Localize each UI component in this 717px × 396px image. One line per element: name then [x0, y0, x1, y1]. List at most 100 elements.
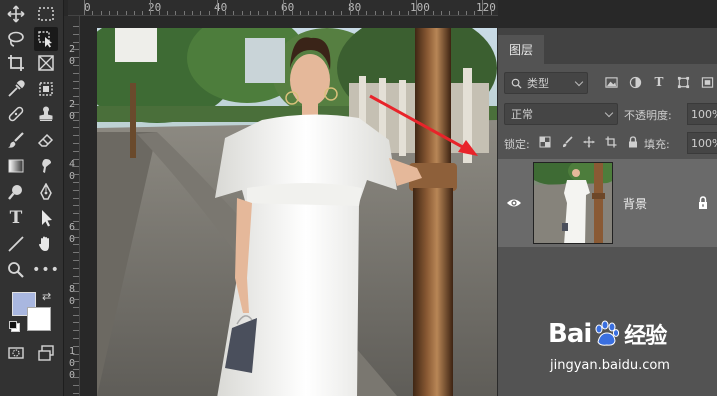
lock-position-icon[interactable] — [582, 135, 595, 149]
filter-adjustment-icon[interactable] — [628, 74, 642, 90]
lasso-tool-icon[interactable] — [4, 27, 28, 51]
ruler-top-label: 100 — [410, 1, 430, 14]
watermark-url: jingyan.baidu.com — [550, 358, 670, 373]
healing-brush-tool-icon[interactable] — [4, 102, 28, 126]
frame-select-tool-icon[interactable] — [34, 77, 58, 101]
ruler-tick — [391, 11, 393, 15]
ruler-tick — [84, 0, 85, 15]
ruler-tick — [73, 111, 79, 113]
ruler-tick — [125, 11, 127, 15]
layer-thumbnail-image — [534, 163, 612, 243]
ruler-tick — [382, 11, 384, 15]
filter-smart-object-icon[interactable] — [700, 74, 714, 90]
ruler-tick — [73, 182, 79, 183]
blend-mode-label: 正常 — [511, 108, 533, 121]
eraser-tool-icon[interactable] — [34, 128, 58, 152]
watermark-logo-text: Bai — [548, 319, 592, 349]
opacity-input[interactable]: 100% — [687, 103, 717, 125]
ruler-tick — [73, 353, 79, 355]
screen-mode-icon[interactable] — [34, 341, 58, 365]
zoom-tool-icon[interactable] — [4, 258, 28, 282]
ruler-tick — [191, 11, 193, 15]
brush-tool-icon[interactable] — [4, 128, 28, 152]
gradient-tool-icon[interactable] — [4, 154, 28, 178]
marquee-tool-icon[interactable] — [34, 2, 58, 26]
ruler-tick — [457, 11, 459, 15]
ruler-tick — [424, 11, 426, 15]
lock-image-pixels-icon[interactable] — [560, 135, 573, 149]
dodge-tool-icon[interactable] — [4, 180, 28, 204]
ruler-tick — [158, 11, 160, 15]
ruler-left-label: 1 — [68, 346, 76, 357]
watermark-logo: Bai 经验 — [548, 318, 667, 350]
blend-mode-select[interactable]: 正常 — [504, 103, 618, 125]
filter-kind-select[interactable]: 类型 — [504, 72, 588, 94]
lock-label: 锁定: — [504, 138, 530, 151]
ruler-tick — [73, 88, 79, 90]
ruler-tick — [175, 11, 177, 15]
lock-all-icon[interactable] — [626, 135, 639, 149]
photoshop-window: T ••• ⇄ 0 20 40 60 80 100 120 2 0 2 0 4 … — [0, 0, 717, 396]
ruler-tick — [465, 11, 467, 15]
ruler-tick — [183, 11, 185, 15]
ruler-tick — [73, 338, 79, 339]
ruler-tick — [73, 244, 79, 246]
chevron-down-icon — [604, 108, 614, 118]
smudge-tool-icon[interactable] — [34, 154, 58, 178]
filter-pixel-icon[interactable] — [604, 74, 618, 90]
more-tools-icon[interactable]: ••• — [32, 258, 59, 282]
filter-shape-icon[interactable] — [676, 74, 690, 90]
document-canvas[interactable] — [97, 28, 497, 396]
object-select-tool-icon[interactable] — [34, 27, 58, 51]
stamp-tool-icon[interactable] — [34, 102, 58, 126]
lock-artboard-icon[interactable] — [604, 135, 617, 149]
ruler-tick — [208, 11, 210, 15]
ruler-tick — [73, 369, 79, 371]
eyedropper-tool-icon[interactable] — [4, 77, 28, 101]
ruler-tick — [73, 228, 79, 230]
ruler-tick — [92, 11, 94, 15]
ruler-tick — [73, 26, 79, 27]
swap-colors-icon[interactable]: ⇄ — [42, 290, 51, 303]
hand-tool-icon[interactable] — [34, 232, 58, 256]
fill-input[interactable]: 100% — [687, 132, 717, 154]
ruler-tick — [73, 197, 79, 199]
crop-tool-icon[interactable] — [4, 51, 28, 75]
ruler-left-label: 0 — [68, 370, 76, 381]
ruler-left-label: 6 — [68, 222, 76, 233]
layer-thumbnail[interactable] — [533, 162, 613, 244]
horizontal-ruler: 0 20 40 60 80 100 120 — [68, 0, 498, 16]
lock-transparent-pixels-icon[interactable] — [538, 135, 551, 149]
ruler-tick — [73, 306, 79, 308]
layer-row-background[interactable]: 背景 — [498, 159, 717, 247]
filter-type-icon[interactable]: T — [652, 74, 666, 90]
ruler-tick — [73, 104, 79, 105]
filter-kind-label: 类型 — [527, 77, 549, 90]
ruler-tick — [73, 345, 79, 347]
pen-tool-icon[interactable] — [34, 180, 58, 204]
ruler-tick — [283, 0, 285, 15]
eye-icon[interactable] — [506, 197, 522, 209]
ruler-tick — [266, 11, 268, 15]
type-tool-icon[interactable]: T — [4, 206, 28, 230]
ruler-tick — [274, 11, 276, 15]
ruler-tick — [73, 267, 79, 269]
ruler-tick — [333, 11, 334, 15]
ruler-tick — [133, 11, 135, 15]
default-colors-icon[interactable] — [9, 321, 20, 332]
ruler-tick — [73, 322, 79, 324]
tab-layers[interactable]: 图层 — [498, 35, 544, 64]
path-select-tool-icon[interactable] — [34, 206, 58, 230]
frame-tool-icon[interactable] — [34, 51, 58, 75]
line-tool-icon[interactable] — [4, 232, 28, 256]
ruler-tick — [200, 11, 202, 15]
ruler-tick — [150, 0, 152, 15]
ruler-tick — [73, 252, 79, 254]
move-tool-icon[interactable] — [4, 2, 28, 26]
background-color-swatch[interactable] — [27, 307, 51, 331]
quick-mask-icon[interactable] — [4, 341, 28, 365]
opacity-label: 不透明度: — [624, 109, 672, 122]
ruler-tick — [73, 205, 79, 207]
ruler-tick — [416, 0, 417, 15]
ruler-tick — [73, 143, 79, 144]
